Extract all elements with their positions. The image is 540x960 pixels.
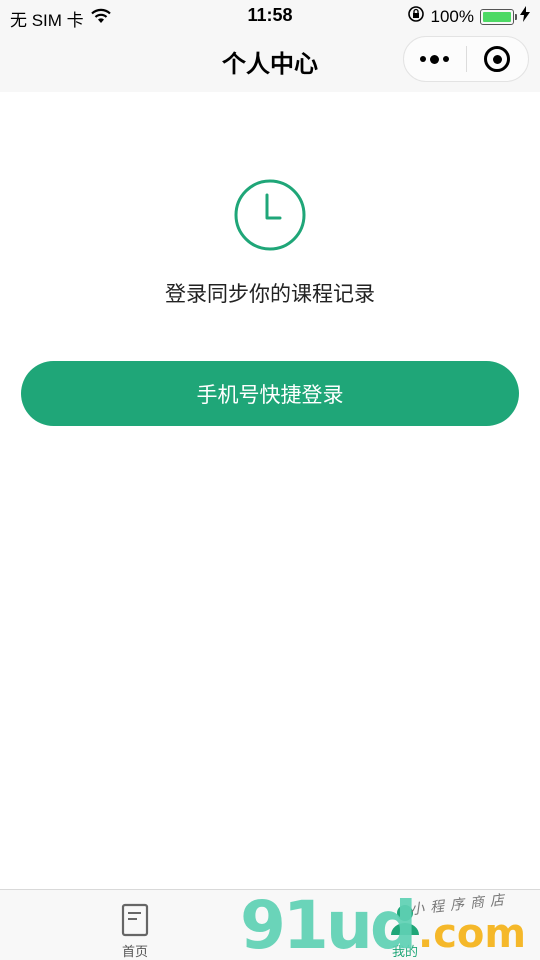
clock-icon [234, 179, 306, 251]
tab-mine-label: 我的 [391, 945, 418, 960]
tab-mine[interactable]: 我的 [345, 890, 465, 960]
target-icon [484, 46, 511, 72]
battery-percent: 100% [430, 6, 474, 26]
battery-icon [480, 8, 517, 25]
close-button[interactable] [467, 37, 529, 81]
orientation-lock-icon [407, 5, 425, 28]
phone-login-button[interactable]: 手机号快捷登录 [21, 361, 519, 426]
charging-icon [520, 6, 530, 27]
book-icon [121, 903, 149, 937]
mini-program-capsule [403, 36, 529, 82]
nav-bar: 个人中心 [0, 32, 540, 92]
tab-home[interactable]: 首页 [75, 890, 195, 960]
tab-home-label: 首页 [121, 945, 148, 960]
user-icon [391, 905, 419, 935]
more-button[interactable] [404, 37, 466, 81]
status-right: 100% [407, 5, 530, 28]
login-hint-text: 登录同步你的课程记录 [165, 282, 375, 306]
tab-bar: 首页 我的 [0, 889, 540, 960]
status-bar: 无 SIM 卡 11:58 100% [0, 0, 540, 32]
more-dots-icon [420, 54, 450, 64]
battery-fill [483, 11, 511, 22]
